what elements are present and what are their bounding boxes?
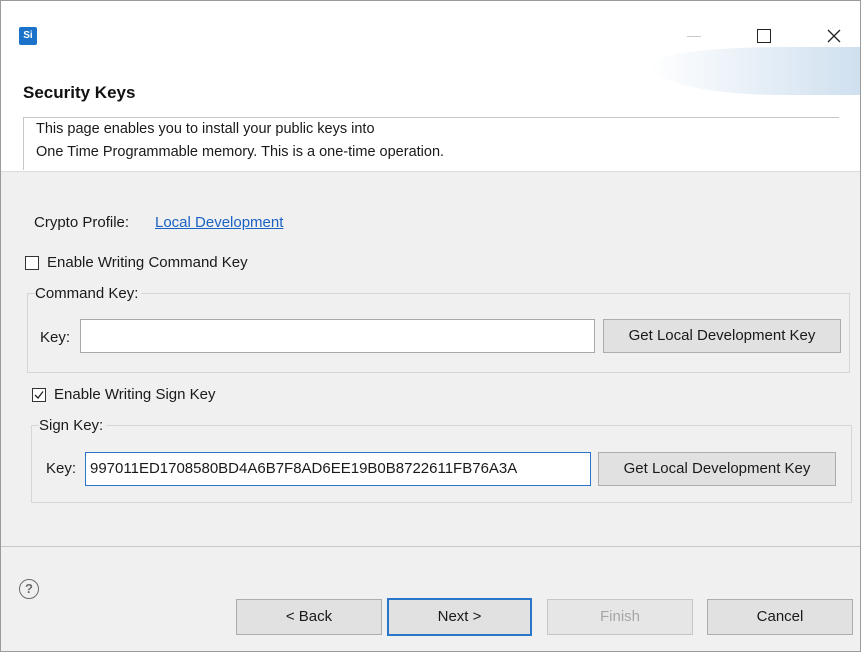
get-command-key-button[interactable]: Get Local Development Key (603, 319, 841, 353)
sign-key-group-label: Sign Key: (39, 417, 107, 434)
enable-sign-key-label: Enable Writing Sign Key (54, 386, 216, 403)
command-key-input[interactable] (80, 319, 595, 353)
command-key-group-label: Command Key: (35, 285, 142, 302)
wizard-banner: Security Keys This page enables you to i… (1, 47, 860, 172)
dialog-window: Si Security Keys This page enables you t… (0, 0, 861, 652)
page-description: This page enables you to install your pu… (23, 117, 839, 170)
enable-command-key-label: Enable Writing Command Key (47, 254, 248, 271)
back-button[interactable]: < Back (236, 599, 382, 635)
next-button[interactable]: Next > (387, 598, 532, 636)
crypto-profile-link[interactable]: Local Development (155, 214, 283, 231)
crypto-profile-label: Crypto Profile: (34, 214, 130, 231)
footer-separator (1, 546, 860, 547)
sign-key-key-label: Key: (46, 460, 77, 477)
description-line-2: One Time Programmable memory. This is a … (36, 144, 445, 160)
banner-decoration (650, 47, 860, 95)
get-sign-key-button[interactable]: Get Local Development Key (598, 452, 836, 486)
help-icon[interactable]: ? (19, 579, 39, 599)
cancel-button[interactable]: Cancel (707, 599, 853, 635)
sign-key-input[interactable]: 997011ED1708580BD4A6B7F8AD6EE19B0B872261… (85, 452, 591, 486)
finish-button: Finish (547, 599, 693, 635)
description-line-1: This page enables you to install your pu… (36, 121, 375, 137)
app-icon: Si (19, 27, 37, 45)
command-key-key-label: Key: (40, 329, 71, 346)
enable-command-key-checkbox[interactable] (25, 256, 39, 270)
enable-sign-key-checkbox[interactable] (32, 388, 46, 402)
check-icon (34, 391, 44, 399)
page-title: Security Keys (23, 83, 136, 102)
